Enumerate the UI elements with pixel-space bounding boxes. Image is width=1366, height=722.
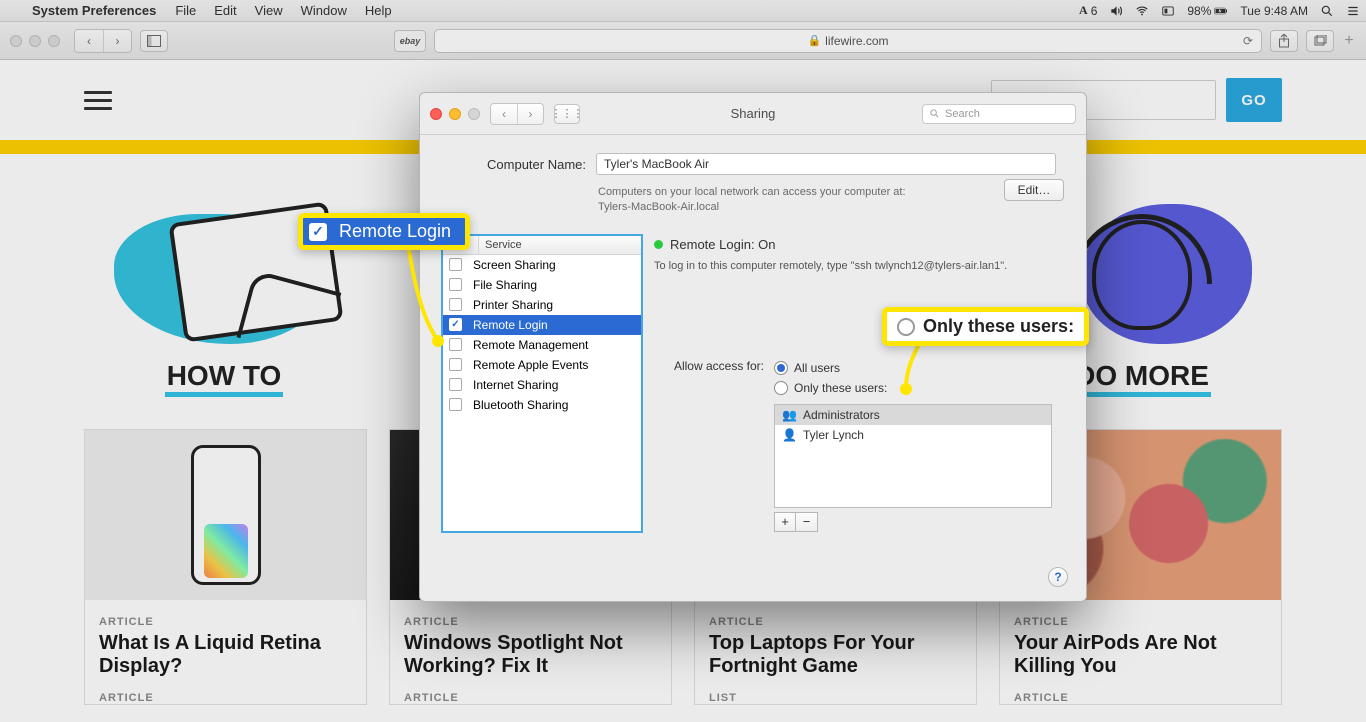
show-all-button[interactable]: ⋮⋮⋮	[554, 104, 580, 124]
service-checkbox[interactable]	[449, 318, 462, 331]
group-icon: 👥	[782, 408, 796, 422]
radio-only-users[interactable]: Only these users:	[774, 378, 1052, 398]
service-name: Remote Apple Events	[473, 358, 588, 372]
pref-back-button[interactable]: ‹	[491, 104, 517, 124]
computer-name-label: Computer Name:	[468, 157, 586, 172]
service-row[interactable]: Screen Sharing	[443, 255, 641, 275]
computer-name-input[interactable]: Tyler's MacBook Air	[596, 153, 1056, 175]
person-icon: 👤	[782, 428, 796, 442]
address-bar[interactable]: 🔒 lifewire.com ⟳	[434, 29, 1262, 53]
sharing-preferences-window: ‹ › ⋮⋮⋮ Sharing Search Computer Name: Ty…	[419, 92, 1087, 602]
callout-remote-login: ✓ Remote Login	[298, 213, 470, 250]
menu-edit[interactable]: Edit	[205, 3, 245, 18]
ssh-hint: To log in to this computer remotely, typ…	[654, 260, 1064, 272]
service-name: File Sharing	[473, 278, 537, 292]
pref-forward-button[interactable]: ›	[517, 104, 543, 124]
hero-domore[interactable]: DO MORE	[1073, 360, 1211, 397]
nav-back-forward: ‹ ›	[74, 29, 132, 53]
service-checkbox[interactable]	[449, 378, 462, 391]
menu-list-icon[interactable]	[1340, 4, 1366, 18]
pref-search-input[interactable]: Search	[922, 104, 1076, 124]
user-name: Administrators	[803, 408, 880, 422]
spotlight-icon[interactable]	[1314, 4, 1340, 18]
zoom-icon	[468, 108, 480, 120]
edit-hostname-button[interactable]: Edit…	[1004, 179, 1064, 201]
users-list[interactable]: 👥 Administrators 👤 Tyler Lynch	[774, 404, 1052, 508]
service-checkbox[interactable]	[449, 278, 462, 291]
tabs-overview-button[interactable]	[1306, 30, 1334, 52]
zoom-window-icon[interactable]	[48, 35, 60, 47]
url-host: lifewire.com	[825, 34, 888, 48]
menu-help[interactable]: Help	[356, 3, 401, 18]
help-button[interactable]: ?	[1048, 567, 1068, 587]
close-icon[interactable]	[430, 108, 442, 120]
remove-user-button[interactable]: −	[796, 512, 818, 532]
service-name: Remote Login	[473, 318, 548, 332]
favorite-ebay[interactable]: ebay	[394, 30, 426, 52]
service-row[interactable]: Internet Sharing	[443, 375, 641, 395]
volume-icon[interactable]	[1103, 4, 1129, 18]
status-dot-icon	[654, 240, 663, 249]
pref-toolbar: ‹ › ⋮⋮⋮ Sharing Search	[420, 93, 1086, 135]
clock[interactable]: Tue 9:48 AM	[1234, 4, 1314, 18]
add-user-button[interactable]: +	[774, 512, 796, 532]
service-row[interactable]: Remote Login	[443, 315, 641, 335]
service-checkbox[interactable]	[449, 258, 462, 271]
user-name: Tyler Lynch	[803, 428, 864, 442]
service-checkbox[interactable]	[449, 298, 462, 311]
service-checkbox[interactable]	[449, 338, 462, 351]
forward-button[interactable]: ›	[103, 30, 131, 52]
reload-icon[interactable]: ⟳	[1243, 34, 1253, 48]
service-checkbox[interactable]	[449, 398, 462, 411]
app-name[interactable]: System Preferences	[22, 3, 166, 18]
minimize-window-icon[interactable]	[29, 35, 41, 47]
back-button[interactable]: ‹	[75, 30, 103, 52]
article-card[interactable]: ARTICLEWhat Is A Liquid Retina Display?A…	[84, 429, 367, 705]
service-name: Printer Sharing	[473, 298, 553, 312]
service-row[interactable]: Remote Management	[443, 335, 641, 355]
new-tab-button[interactable]: +	[1342, 32, 1356, 50]
radio-icon	[897, 318, 915, 336]
adobe-status-icon[interactable]: A6	[1073, 3, 1103, 18]
window-traffic-lights	[10, 35, 66, 47]
search-go-button[interactable]: GO	[1226, 78, 1282, 122]
services-table: On Service Screen SharingFile SharingPri…	[442, 235, 642, 532]
access-label: Allow access for:	[654, 358, 764, 532]
sidebar-toggle-button[interactable]	[140, 30, 168, 52]
service-name: Internet Sharing	[473, 378, 558, 392]
service-row[interactable]: Remote Apple Events	[443, 355, 641, 375]
service-checkbox[interactable]	[449, 358, 462, 371]
service-name: Remote Management	[473, 338, 588, 352]
macos-menubar: System Preferences File Edit View Window…	[0, 0, 1366, 22]
hero-howto[interactable]: HOW TO	[165, 360, 284, 397]
safari-toolbar: ‹ › ebay 🔒 lifewire.com ⟳ +	[0, 22, 1366, 60]
service-name: Screen Sharing	[473, 258, 556, 272]
checkbox-icon: ✓	[309, 223, 327, 241]
search-icon	[929, 108, 940, 119]
service-status: Remote Login: On	[670, 237, 776, 252]
nav-segment: ‹ ›	[490, 103, 544, 125]
service-row[interactable]: Printer Sharing	[443, 295, 641, 315]
battery-status[interactable]: 98%	[1181, 4, 1234, 18]
menu-view[interactable]: View	[246, 3, 292, 18]
menu-window[interactable]: Window	[292, 3, 356, 18]
service-name: Bluetooth Sharing	[473, 398, 568, 412]
radio-all-users[interactable]: All users	[774, 358, 1052, 378]
menu-file[interactable]: File	[166, 3, 205, 18]
site-menu-button[interactable]	[84, 86, 112, 115]
control-center-icon[interactable]	[1155, 4, 1181, 18]
network-hint: Computers on your local network can acce…	[598, 185, 994, 215]
service-row[interactable]: File Sharing	[443, 275, 641, 295]
lock-icon: 🔒	[807, 34, 821, 47]
user-row[interactable]: 👤 Tyler Lynch	[775, 425, 1051, 445]
service-row[interactable]: Bluetooth Sharing	[443, 395, 641, 415]
minimize-icon[interactable]	[449, 108, 461, 120]
wifi-icon[interactable]	[1129, 4, 1155, 18]
share-button[interactable]	[1270, 30, 1298, 52]
user-row[interactable]: 👥 Administrators	[775, 405, 1051, 425]
col-service: Service	[479, 236, 641, 254]
close-window-icon[interactable]	[10, 35, 22, 47]
callout-only-users: Only these users:	[882, 307, 1089, 346]
